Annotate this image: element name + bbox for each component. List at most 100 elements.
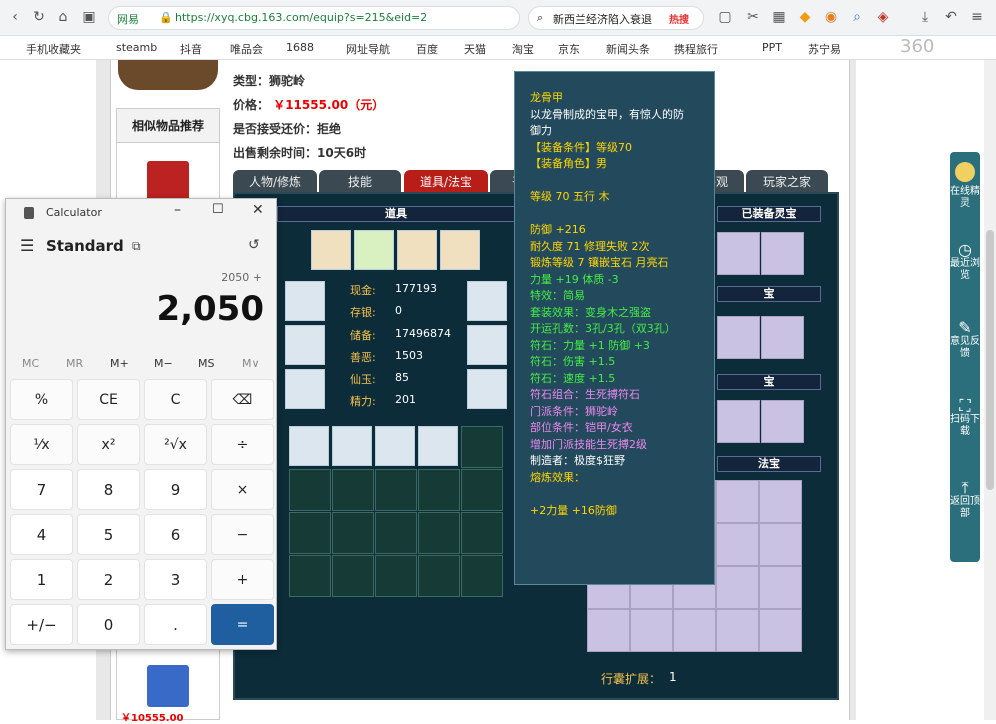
calc-key[interactable]: ¹⁄x: [10, 424, 73, 465]
scissors-icon[interactable]: ✂: [744, 8, 762, 26]
lingbao-slot[interactable]: [761, 400, 804, 443]
calc-key[interactable]: −: [211, 514, 274, 555]
calc-key[interactable]: =: [211, 604, 274, 645]
calc-key[interactable]: 8: [77, 469, 140, 510]
tab-character[interactable]: 人物/修炼: [233, 170, 317, 194]
bag-icon[interactable]: ▣: [80, 8, 98, 26]
equip-slot-necklace[interactable]: [467, 281, 507, 321]
extension-icon[interactable]: ◈: [874, 8, 892, 26]
equip-slot-helmet[interactable]: [285, 281, 325, 321]
memory-button[interactable]: M+: [110, 357, 129, 370]
shield-icon[interactable]: ◆: [796, 8, 814, 26]
fabao-slot[interactable]: [716, 523, 759, 566]
side-recent[interactable]: ◷ 最近浏览: [950, 242, 980, 282]
download-icon[interactable]: ⤓: [916, 8, 934, 26]
search-tool-icon[interactable]: ⌕: [848, 8, 866, 26]
bag-slot[interactable]: [375, 555, 417, 597]
item-slot[interactable]: [311, 230, 351, 270]
bag-slot[interactable]: [418, 555, 460, 597]
bookmark-item[interactable]: 百度: [416, 41, 438, 57]
fabao-slot[interactable]: [673, 609, 716, 652]
equip-slot-boots[interactable]: [467, 369, 507, 409]
lingbao-slot[interactable]: [761, 232, 804, 275]
memory-button[interactable]: M∨: [242, 357, 260, 370]
fabao-slot[interactable]: [759, 523, 802, 566]
calc-key[interactable]: ÷: [211, 424, 274, 465]
bag-slot[interactable]: [461, 426, 503, 468]
item-slot[interactable]: [397, 230, 437, 270]
bag-slot[interactable]: [461, 555, 503, 597]
calc-key[interactable]: 1: [10, 559, 73, 600]
bookmark-item[interactable]: 天猫: [464, 41, 486, 57]
calc-key[interactable]: 2: [77, 559, 140, 600]
bookmark-item[interactable]: steamb: [116, 41, 157, 54]
tab-items[interactable]: 道具/法宝: [404, 170, 488, 194]
home-icon[interactable]: ⌂: [54, 8, 72, 26]
bag-slot[interactable]: [289, 426, 329, 466]
bookmark-item[interactable]: 唯品会: [230, 41, 263, 57]
bookmark-item[interactable]: 1688: [286, 41, 314, 54]
calc-key[interactable]: ²√x: [144, 424, 207, 465]
scrollbar-thumb[interactable]: [986, 230, 994, 490]
keep-on-top-icon[interactable]: ⧉: [132, 239, 141, 254]
calc-key[interactable]: 4: [10, 514, 73, 555]
calc-key[interactable]: 3: [144, 559, 207, 600]
calc-key[interactable]: +/−: [10, 604, 73, 645]
fabao-slot[interactable]: [716, 480, 759, 523]
bag-slot[interactable]: [461, 469, 503, 511]
fabao-slot[interactable]: [759, 480, 802, 523]
side-top[interactable]: ⤒ 返回顶部: [950, 480, 980, 520]
calc-key[interactable]: x²: [77, 424, 140, 465]
calc-key[interactable]: C: [144, 379, 207, 420]
calc-key[interactable]: 5: [77, 514, 140, 555]
menu-icon[interactable]: ≡: [968, 8, 986, 26]
apps-icon[interactable]: ▦: [770, 8, 788, 26]
game-icon[interactable]: ◉: [822, 8, 840, 26]
bag-slot[interactable]: [418, 469, 460, 511]
bookmark-item[interactable]: 网址导航: [346, 41, 390, 57]
refresh-icon[interactable]: ↻: [30, 8, 48, 26]
similar-avatar[interactable]: [147, 161, 189, 203]
lingbao-slot[interactable]: [717, 316, 760, 359]
item-slot[interactable]: [354, 230, 394, 270]
bookmark-item[interactable]: 京东: [558, 41, 580, 57]
bookmark-item[interactable]: PPT: [762, 41, 782, 54]
screenshot-icon[interactable]: ▢: [716, 8, 734, 26]
equip-slot-belt[interactable]: [285, 369, 325, 409]
fabao-slot[interactable]: [630, 609, 673, 652]
calc-key[interactable]: 6: [144, 514, 207, 555]
memory-button[interactable]: MS: [198, 357, 214, 370]
bookmark-item[interactable]: 新闻头条: [606, 41, 650, 57]
bookmark-item[interactable]: 淘宝: [512, 41, 534, 57]
bag-slot[interactable]: [289, 469, 331, 511]
calc-key[interactable]: CE: [77, 379, 140, 420]
bag-slot[interactable]: [418, 512, 460, 554]
calc-key[interactable]: 9: [144, 469, 207, 510]
browser-search[interactable]: ⌕ 新西兰经济陷入衰退 热搜: [528, 6, 704, 30]
tab-home[interactable]: 玩家之家: [746, 170, 828, 194]
memory-button[interactable]: M−: [154, 357, 173, 370]
bag-slot[interactable]: [289, 512, 331, 554]
bag-slot[interactable]: [375, 426, 415, 466]
side-sprite[interactable]: 在线精灵: [950, 162, 980, 210]
item-slot[interactable]: [440, 230, 480, 270]
hamburger-icon[interactable]: ☰: [20, 236, 34, 255]
calc-key[interactable]: ⌫: [211, 379, 274, 420]
fabao-slot[interactable]: [716, 566, 759, 609]
bag-slot[interactable]: [289, 555, 331, 597]
minimize-button[interactable]: –: [174, 202, 181, 218]
bag-slot[interactable]: [332, 555, 374, 597]
bag-slot[interactable]: [375, 469, 417, 511]
bookmark-item[interactable]: 抖音: [180, 41, 202, 57]
bag-slot[interactable]: [332, 469, 374, 511]
lingbao-slot[interactable]: [761, 316, 804, 359]
calc-key[interactable]: ×: [211, 469, 274, 510]
fabao-slot[interactable]: [759, 566, 802, 609]
equip-slot-armor[interactable]: [467, 325, 507, 365]
similar-avatar[interactable]: [147, 665, 189, 707]
side-download[interactable]: ⛶ 扫码下载: [950, 398, 980, 438]
bag-slot[interactable]: [332, 426, 372, 466]
bookmark-item[interactable]: 苏宁易: [808, 41, 841, 57]
fabao-slot[interactable]: [759, 609, 802, 652]
equip-slot-weapon[interactable]: [285, 325, 325, 365]
